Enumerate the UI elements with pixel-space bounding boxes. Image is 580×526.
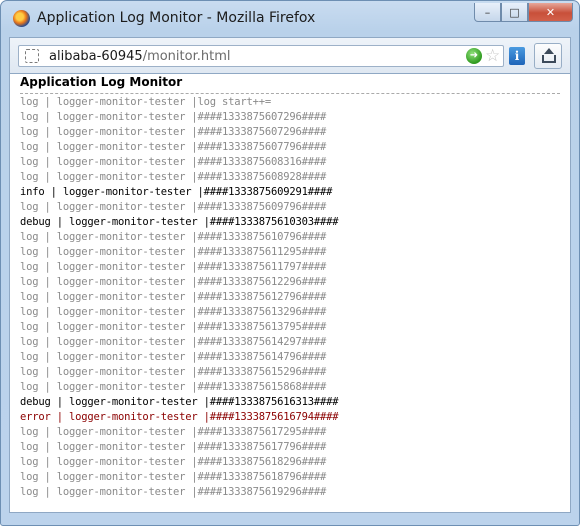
minimize-button[interactable]: –	[474, 3, 501, 22]
title-bar[interactable]: Application Log Monitor - Mozilla Firefo…	[1, 1, 579, 37]
log-entry: log | logger-monitor-tester |####1333875…	[20, 381, 327, 393]
log-entry: debug | logger-monitor-tester |####13338…	[20, 216, 339, 228]
site-identity-icon[interactable]	[25, 49, 39, 63]
log-entry: log | logger-monitor-tester |####1333875…	[20, 231, 327, 243]
log-entry: log | logger-monitor-tester |####1333875…	[20, 456, 327, 468]
log-entry: info | logger-monitor-tester |####133387…	[20, 186, 333, 198]
log-entry: log | logger-monitor-tester |####1333875…	[20, 366, 327, 378]
maximize-button[interactable]: □	[501, 3, 528, 22]
navigation-toolbar: alibaba-60945/monitor.html ➜ ☆ i	[9, 37, 571, 73]
window-controls: – □ ✕	[474, 3, 573, 23]
share-button[interactable]	[534, 43, 562, 69]
log-entry: log | logger-monitor-tester |####1333875…	[20, 261, 327, 273]
log-entry: log | logger-monitor-tester |####1333875…	[20, 306, 327, 318]
log-entry: log | logger-monitor-tester |####1333875…	[20, 486, 327, 498]
url-text[interactable]: alibaba-60945/monitor.html	[49, 49, 230, 64]
close-button[interactable]: ✕	[528, 3, 573, 22]
share-tray-icon	[542, 55, 556, 63]
log-entry: log | logger-monitor-tester |####1333875…	[20, 201, 327, 213]
log-entry: log | logger-monitor-tester |####1333875…	[20, 141, 327, 153]
log-list: log | logger-monitor-tester |log start++…	[20, 95, 565, 500]
url-host: alibaba-60945	[49, 49, 143, 64]
log-entry: error | logger-monitor-tester |####13338…	[20, 411, 339, 423]
log-entry: log | logger-monitor-tester |####1333875…	[20, 336, 327, 348]
window-title: Application Log Monitor - Mozilla Firefo…	[37, 10, 316, 26]
log-entry: log | logger-monitor-tester |####1333875…	[20, 111, 327, 123]
firefox-logo-icon	[13, 10, 30, 27]
log-entry: log | logger-monitor-tester |####1333875…	[20, 126, 327, 138]
url-path: /monitor.html	[142, 49, 231, 64]
log-entry: log | logger-monitor-tester |####1333875…	[20, 351, 327, 363]
log-entry: log | logger-monitor-tester |####1333875…	[20, 276, 327, 288]
log-entry: log | logger-monitor-tester |####1333875…	[20, 171, 327, 183]
page-title: Application Log Monitor	[20, 75, 183, 89]
title-divider	[20, 93, 560, 94]
log-entry: log | logger-monitor-tester |####1333875…	[20, 246, 327, 258]
star-icon[interactable]: ☆	[485, 46, 500, 66]
info-icon[interactable]: i	[509, 47, 525, 65]
log-entry: log | logger-monitor-tester |log start++…	[20, 96, 271, 108]
log-entry: log | logger-monitor-tester |####1333875…	[20, 156, 327, 168]
log-entry: log | logger-monitor-tester |####1333875…	[20, 471, 327, 483]
page-content: Application Log Monitor log | logger-mon…	[9, 73, 571, 513]
log-entry: log | logger-monitor-tester |####1333875…	[20, 321, 327, 333]
share-icon	[544, 48, 554, 54]
log-entry: log | logger-monitor-tester |####1333875…	[20, 291, 327, 303]
go-arrow-icon[interactable]: ➜	[466, 48, 482, 64]
log-entry: log | logger-monitor-tester |####1333875…	[20, 441, 327, 453]
browser-window: Application Log Monitor - Mozilla Firefo…	[0, 0, 580, 526]
log-entry: log | logger-monitor-tester |####1333875…	[20, 426, 327, 438]
log-entry: debug | logger-monitor-tester |####13338…	[20, 396, 339, 408]
address-bar[interactable]: alibaba-60945/monitor.html ➜ ☆ i	[18, 45, 525, 67]
